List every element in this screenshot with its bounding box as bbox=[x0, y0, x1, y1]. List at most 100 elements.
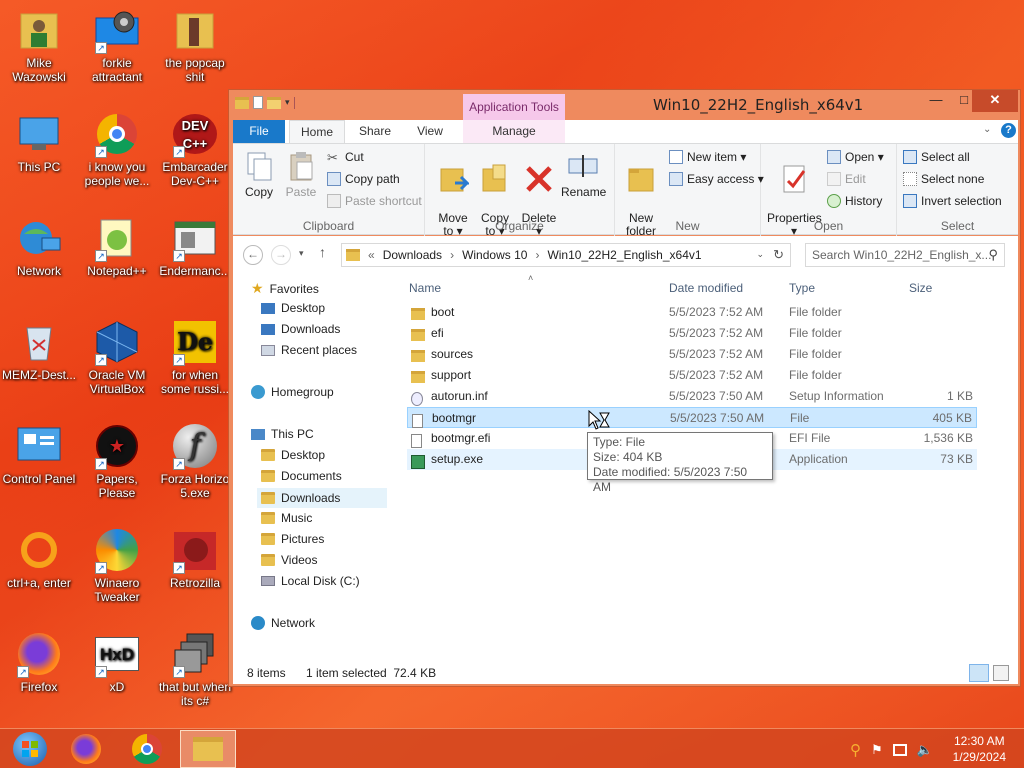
desktop-icon[interactable]: ↗ Retrozilla bbox=[156, 526, 234, 590]
desktop-icon[interactable]: ↗ Oracle VM VirtualBox bbox=[78, 318, 156, 396]
desktop-icon[interactable]: Network bbox=[0, 214, 78, 278]
action-center-flag-icon[interactable]: ⚑ bbox=[871, 742, 883, 758]
desktop-icon[interactable]: ↗ forkie attractant bbox=[78, 6, 156, 84]
column-header-size[interactable]: Size bbox=[909, 281, 932, 295]
tab-file[interactable]: File bbox=[233, 120, 285, 143]
up-arrow-icon[interactable]: ↑ bbox=[319, 244, 326, 260]
desktop-icon[interactable]: the popcap shit bbox=[156, 6, 234, 84]
select-none-button[interactable]: Select none bbox=[903, 172, 984, 186]
cut-button[interactable]: ✂ Cut bbox=[327, 150, 364, 165]
file-row[interactable]: bootmgr 5/5/2023 7:50 AM File 405 KB bbox=[407, 407, 977, 428]
expand-ribbon-chevron-icon[interactable]: ⌄ bbox=[983, 124, 991, 135]
desktop-icon[interactable]: ↗ Endermanc... bbox=[156, 214, 234, 278]
clock[interactable]: 12:30 AM 1/29/2024 bbox=[953, 733, 1006, 765]
tab-manage[interactable]: Manage bbox=[463, 120, 565, 143]
search-input[interactable]: Search Win10_22H2_English_x... ⚲ bbox=[805, 243, 1005, 267]
desktop-icon[interactable]: ★ ↗ Papers, Please bbox=[78, 422, 156, 500]
nav-item-documents[interactable]: Documents bbox=[261, 469, 342, 483]
tab-home[interactable]: Home bbox=[289, 120, 345, 143]
minimize-button[interactable]: — bbox=[922, 90, 950, 112]
desktop-icon[interactable]: ↗ that but when its c# bbox=[156, 630, 234, 708]
nav-item-videos[interactable]: Videos bbox=[261, 553, 317, 567]
large-icons-view-icon[interactable] bbox=[993, 665, 1009, 681]
nav-homegroup[interactable]: Homegroup bbox=[251, 385, 334, 399]
desktop-icon[interactable]: This PC bbox=[0, 110, 78, 174]
copy-button[interactable]: Copy bbox=[237, 150, 281, 199]
navigation-pane[interactable]: ★ Favorites Desktop Downloads Recent plac… bbox=[233, 272, 388, 662]
invert-selection-button[interactable]: Invert selection bbox=[903, 194, 1002, 208]
tray-search-icon[interactable]: ⚲ bbox=[850, 741, 861, 759]
title-bar[interactable]: ▾ Application Tools Win10_22H2_English_x… bbox=[229, 90, 1020, 120]
desktop-icon[interactable]: MEMZ-Dest... bbox=[0, 318, 78, 382]
column-header-name[interactable]: Name bbox=[409, 281, 441, 295]
desktop-icon[interactable]: De ↗ for when some russi... bbox=[156, 318, 234, 396]
nav-network[interactable]: Network bbox=[251, 616, 315, 630]
close-button[interactable]: ✕ bbox=[972, 90, 1018, 112]
breadcrumb-separator[interactable]: › bbox=[450, 248, 454, 262]
refresh-icon[interactable]: ↻ bbox=[773, 247, 784, 263]
taskbar-file-explorer[interactable] bbox=[180, 730, 236, 768]
nav-item-downloads[interactable]: Downloads bbox=[261, 322, 340, 336]
desktop-icon[interactable]: ctrl+a, enter bbox=[0, 526, 78, 590]
application-tools-context-tab[interactable]: Application Tools bbox=[463, 94, 565, 120]
help-icon[interactable]: ? bbox=[1001, 123, 1016, 138]
details-view-icon[interactable] bbox=[969, 664, 989, 682]
column-header-date[interactable]: Date modified bbox=[669, 281, 743, 295]
tab-view[interactable]: View bbox=[405, 120, 455, 143]
taskbar-firefox[interactable] bbox=[58, 730, 114, 768]
breadcrumb-current-folder[interactable]: Win10_22H2_English_x64v1 bbox=[547, 248, 701, 262]
nav-favorites[interactable]: ★ Favorites bbox=[251, 280, 319, 297]
rename-button[interactable]: Rename bbox=[561, 150, 606, 199]
desktop-icon[interactable]: ↗ i know you people we... bbox=[78, 110, 156, 188]
nav-this-pc[interactable]: This PC bbox=[251, 427, 314, 441]
nav-item-pc-downloads[interactable]: Downloads bbox=[257, 488, 387, 508]
open-button[interactable]: Open ▾ bbox=[827, 150, 884, 164]
file-row[interactable]: autorun.inf 5/5/2023 7:50 AM Setup Informa… bbox=[407, 386, 977, 407]
desktop-icon[interactable]: HxD ↗ xD bbox=[78, 630, 156, 694]
forward-button[interactable]: → bbox=[271, 245, 291, 265]
breadcrumb-separator[interactable]: › bbox=[535, 248, 539, 262]
address-dropdown-chevron-icon[interactable]: ⌄ bbox=[756, 249, 764, 260]
desktop-icon[interactable]: ↗ Firefox bbox=[0, 630, 78, 694]
nav-item-recent-places[interactable]: Recent places bbox=[261, 343, 357, 357]
properties-small-icon[interactable] bbox=[253, 96, 263, 109]
new-folder-small-icon[interactable] bbox=[267, 96, 281, 109]
select-all-button[interactable]: Select all bbox=[903, 150, 970, 164]
nav-item-local-disk[interactable]: Local Disk (C:) bbox=[261, 574, 360, 588]
tab-share[interactable]: Share bbox=[349, 120, 401, 143]
copy-path-button[interactable]: Copy path bbox=[327, 172, 400, 186]
file-row[interactable]: support 5/5/2023 7:52 AM File folder bbox=[407, 365, 977, 386]
start-button[interactable] bbox=[2, 730, 58, 768]
nav-item-music[interactable]: Music bbox=[261, 511, 312, 525]
folder-small-icon[interactable] bbox=[235, 96, 249, 109]
paste-button[interactable]: Paste bbox=[279, 150, 323, 199]
back-button[interactable]: ← bbox=[243, 245, 263, 265]
desktop-icon[interactable]: DEV C++ ↗ Embarcader Dev-C++ bbox=[156, 110, 234, 188]
paste-shortcut-button[interactable]: Paste shortcut bbox=[327, 194, 422, 208]
customize-chevron-icon[interactable]: ▾ bbox=[285, 97, 290, 108]
file-row[interactable]: boot 5/5/2023 7:52 AM File folder bbox=[407, 302, 977, 323]
network-tray-icon[interactable] bbox=[892, 744, 907, 756]
volume-muted-icon[interactable]: 🔈 bbox=[917, 742, 933, 758]
edit-button[interactable]: Edit bbox=[827, 172, 866, 186]
breadcrumb-downloads[interactable]: Downloads bbox=[383, 248, 442, 262]
desktop-icon[interactable]: ↗ Notepad++ bbox=[78, 214, 156, 278]
history-button[interactable]: History bbox=[827, 194, 882, 208]
easy-access-button[interactable]: Easy access ▾ bbox=[669, 172, 764, 186]
address-bar[interactable]: « Downloads › Windows 10 › Win10_22H2_En… bbox=[341, 243, 791, 267]
nav-item-pc-desktop[interactable]: Desktop bbox=[261, 448, 325, 462]
file-row[interactable]: sources 5/5/2023 7:52 AM File folder bbox=[407, 344, 977, 365]
taskbar-chrome[interactable] bbox=[119, 730, 175, 768]
breadcrumb-windows-10[interactable]: Windows 10 bbox=[462, 248, 527, 262]
desktop-icon[interactable]: Control Panel bbox=[0, 422, 78, 486]
desktop-icon[interactable]: ↗ Winaero Tweaker bbox=[78, 526, 156, 604]
recent-locations-chevron-icon[interactable]: ▾ bbox=[299, 248, 304, 259]
desktop-icon[interactable]: Mike Wazowski bbox=[0, 6, 78, 84]
file-row[interactable]: efi 5/5/2023 7:52 AM File folder bbox=[407, 323, 977, 344]
nav-item-desktop[interactable]: Desktop bbox=[261, 301, 325, 315]
breadcrumb-overflow[interactable]: « bbox=[368, 248, 375, 262]
desktop-icon[interactable]: f ↗ Forza Horizo 5.exe bbox=[156, 422, 234, 500]
nav-item-pictures[interactable]: Pictures bbox=[261, 532, 324, 546]
column-header-type[interactable]: Type bbox=[789, 281, 815, 295]
new-item-button[interactable]: New item ▾ bbox=[669, 150, 746, 164]
